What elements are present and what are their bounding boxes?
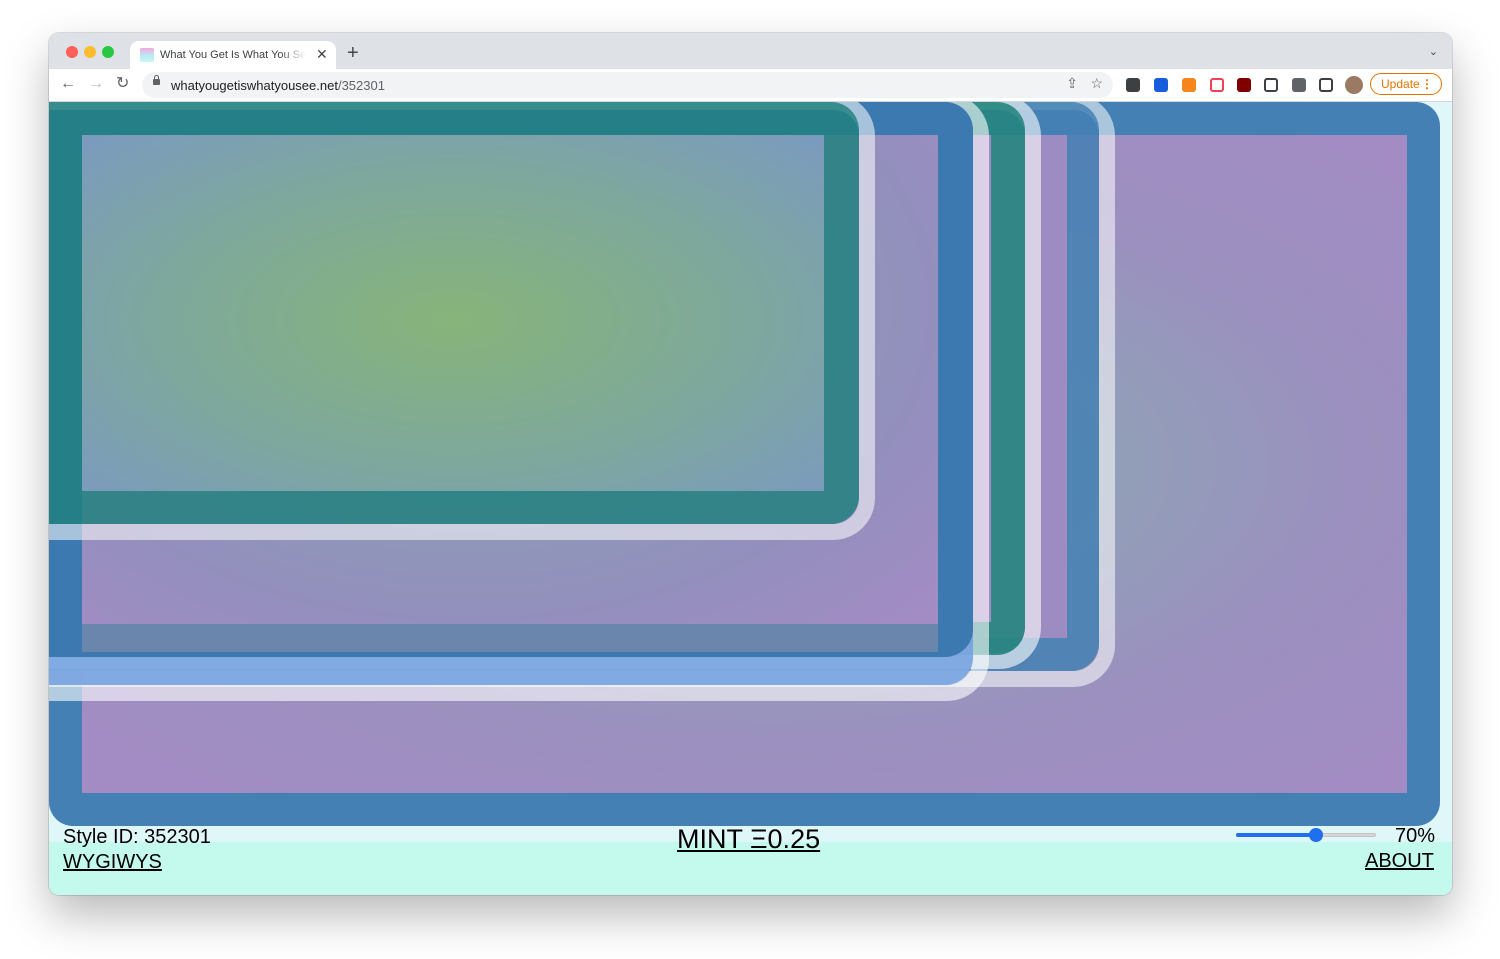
share-icon[interactable]: ⇪ — [1066, 75, 1078, 92]
plus-icon[interactable]: + — [347, 43, 359, 63]
lock-icon[interactable] — [153, 75, 160, 85]
browser-window: What You Get Is What You See ✕ + ⌄ ← → ↻… — [49, 33, 1452, 895]
active-tab[interactable]: What You Get Is What You See ✕ — [130, 41, 336, 69]
tab-title: What You Get Is What You See — [160, 49, 306, 61]
maximize-window-button[interactable] — [102, 46, 114, 58]
extension-plus-icon[interactable] — [1126, 78, 1140, 92]
screenshot-icon[interactable] — [1264, 78, 1278, 92]
url-path: /352301 — [337, 78, 385, 93]
artwork-fill-blue-strip — [82, 624, 938, 652]
artwork-page: Style ID: 352301 WYGIWYS MINT Ξ0.25 70% … — [49, 102, 1452, 895]
favicon-icon — [140, 48, 154, 62]
update-button[interactable]: Update ⋮ — [1370, 73, 1442, 95]
mint-link[interactable]: MINT Ξ0.25 — [677, 824, 820, 855]
close-window-button[interactable] — [66, 46, 78, 58]
url-host: whatyougetiswhatyousee.net — [171, 78, 338, 93]
kebab-menu-icon[interactable]: ⋮ — [1421, 74, 1433, 94]
slider-thumb[interactable] — [1309, 828, 1323, 842]
artwork-fill-small — [82, 135, 824, 491]
profile-avatar[interactable] — [1345, 76, 1363, 94]
forward-arrow-icon[interactable]: → — [88, 75, 104, 93]
metamask-icon[interactable] — [1182, 78, 1196, 92]
browser-toolbar: ← → ↻ whatyougetiswhatyousee.net/352301 … — [49, 69, 1452, 102]
minimize-window-button[interactable] — [84, 46, 96, 58]
url-text[interactable]: whatyougetiswhatyousee.net/352301 — [171, 78, 385, 93]
zoom-slider[interactable] — [1236, 828, 1376, 842]
zoom-value: 70% — [1395, 825, 1436, 847]
style-id-label: Style ID: 352301 — [63, 826, 211, 848]
slider-fill — [1236, 833, 1316, 837]
close-icon[interactable]: ✕ — [316, 47, 328, 61]
ublock-icon[interactable] — [1237, 78, 1251, 92]
tab-strip: What You Get Is What You See ✕ + ⌄ — [49, 33, 1452, 69]
pocket-icon[interactable] — [1210, 78, 1224, 92]
reload-icon[interactable]: ↻ — [116, 75, 129, 93]
puzzle-icon[interactable] — [1292, 78, 1306, 92]
update-label: Update — [1381, 77, 1420, 91]
wygiwys-link[interactable]: WYGIWYS — [63, 851, 162, 874]
chevron-down-icon[interactable]: ⌄ — [1429, 45, 1438, 58]
about-link[interactable]: ABOUT — [1365, 850, 1434, 873]
back-arrow-icon[interactable]: ← — [60, 75, 76, 93]
star-icon[interactable]: ☆ — [1090, 75, 1103, 92]
address-bar[interactable]: whatyougetiswhatyousee.net/352301 ⇪ ☆ — [142, 72, 1113, 98]
side-panel-icon[interactable] — [1319, 78, 1333, 92]
bitwarden-icon[interactable] — [1154, 78, 1168, 92]
